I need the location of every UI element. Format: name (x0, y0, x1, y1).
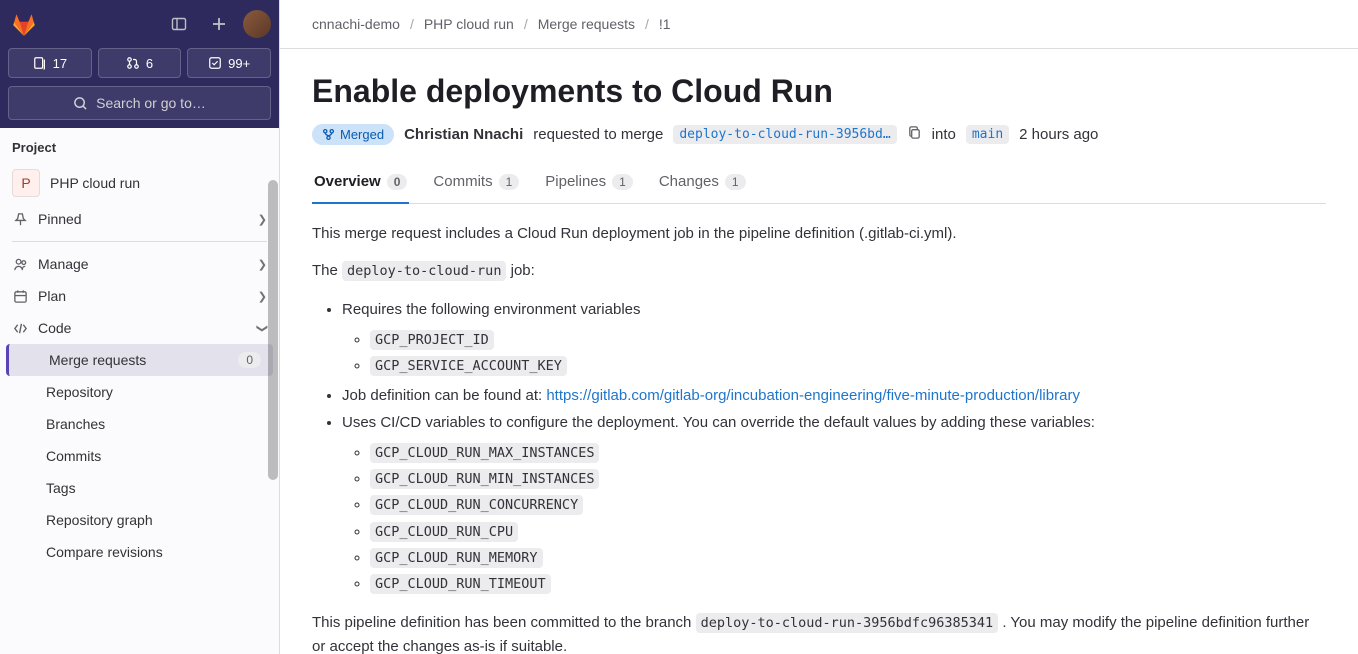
author-name[interactable]: Christian Nnachi (404, 126, 523, 143)
nav-plan[interactable]: Plan ❯ (0, 280, 279, 312)
chevron-right-icon: ❯ (258, 258, 267, 271)
status-badge: Merged (312, 124, 394, 145)
page-title: Enable deployments to Cloud Run (312, 73, 1326, 110)
breadcrumb-project[interactable]: PHP cloud run (424, 16, 514, 32)
project-name: PHP cloud run (50, 175, 140, 191)
issues-counter[interactable]: 17 (8, 48, 92, 78)
tab-overview[interactable]: Overview 0 (312, 163, 409, 204)
breadcrumb: cnnachi-demo / PHP cloud run / Merge req… (280, 0, 1358, 49)
create-new-icon[interactable] (203, 8, 235, 40)
chevron-down-icon: ❯ (256, 323, 269, 332)
nav-manage[interactable]: Manage ❯ (0, 248, 279, 280)
mr-meta-row: Merged Christian Nnachi requested to mer… (312, 124, 1326, 145)
collapse-sidebar-icon[interactable] (163, 8, 195, 40)
calendar-icon (12, 288, 28, 304)
search-button[interactable]: Search or go to… (8, 86, 271, 120)
main-content: cnnachi-demo / PHP cloud run / Merge req… (280, 0, 1358, 654)
nav-branches[interactable]: Branches (0, 408, 279, 440)
search-label: Search or go to… (96, 95, 206, 111)
mr-description: This merge request includes a Cloud Run … (312, 222, 1326, 654)
breadcrumb-id: !1 (659, 16, 671, 32)
nav-commits[interactable]: Commits (0, 440, 279, 472)
todos-count: 99+ (228, 56, 250, 71)
nav-pinned[interactable]: Pinned ❯ (0, 203, 279, 235)
desc-job-line: The deploy-to-cloud-run job: (312, 259, 1326, 282)
list-item: Job definition can be found at: https://… (342, 383, 1326, 409)
action-text: requested to merge (533, 126, 663, 143)
chevron-right-icon: ❯ (258, 290, 267, 303)
gitlab-logo[interactable] (8, 8, 40, 40)
nav-tags[interactable]: Tags (0, 472, 279, 504)
people-icon (12, 256, 28, 272)
desc-intro: This merge request includes a Cloud Run … (312, 222, 1326, 245)
nav-merge-requests[interactable]: Merge requests 0 (6, 344, 273, 376)
list-item: Uses CI/CD variables to configure the de… (342, 410, 1326, 598)
mr-count-badge: 0 (238, 352, 261, 368)
mr-count: 6 (146, 56, 153, 71)
job-def-link[interactable]: https://gitlab.com/gitlab-org/incubation… (546, 387, 1080, 404)
list-item: Requires the following environment varia… (342, 297, 1326, 380)
issues-count: 17 (53, 56, 67, 71)
code-icon (12, 320, 28, 336)
breadcrumb-group[interactable]: cnnachi-demo (312, 16, 400, 32)
into-text: into (932, 126, 956, 143)
nav-repository[interactable]: Repository (0, 376, 279, 408)
mr-counter[interactable]: 6 (98, 48, 182, 78)
scrollbar[interactable] (268, 180, 278, 480)
tab-pipelines[interactable]: Pipelines 1 (543, 163, 635, 204)
chevron-right-icon: ❯ (258, 213, 267, 226)
tab-commits[interactable]: Commits 1 (431, 163, 521, 204)
tabs: Overview 0 Commits 1 Pipelines 1 Changes… (312, 163, 1326, 204)
nav-compare[interactable]: Compare revisions (0, 536, 279, 568)
pin-icon (12, 211, 28, 227)
project-section-label: Project (0, 128, 279, 163)
copy-branch-icon[interactable] (907, 125, 922, 144)
project-avatar: P (12, 169, 40, 197)
breadcrumb-section[interactable]: Merge requests (538, 16, 635, 32)
desc-outro: This pipeline definition has been commit… (312, 611, 1326, 654)
nav-code[interactable]: Code ❯ (0, 312, 279, 344)
todos-counter[interactable]: 99+ (187, 48, 271, 78)
user-avatar[interactable] (243, 10, 271, 38)
project-link[interactable]: P PHP cloud run (0, 163, 279, 203)
sidebar-header: 17 6 99+ Search or go to… (0, 0, 279, 128)
target-branch[interactable]: main (966, 125, 1009, 144)
sidebar: 17 6 99+ Search or go to… Project P PHP … (0, 0, 280, 654)
source-branch[interactable]: deploy-to-cloud-run-3956bd… (673, 125, 896, 144)
tab-changes[interactable]: Changes 1 (657, 163, 748, 204)
nav-repo-graph[interactable]: Repository graph (0, 504, 279, 536)
time-ago: 2 hours ago (1019, 126, 1098, 143)
